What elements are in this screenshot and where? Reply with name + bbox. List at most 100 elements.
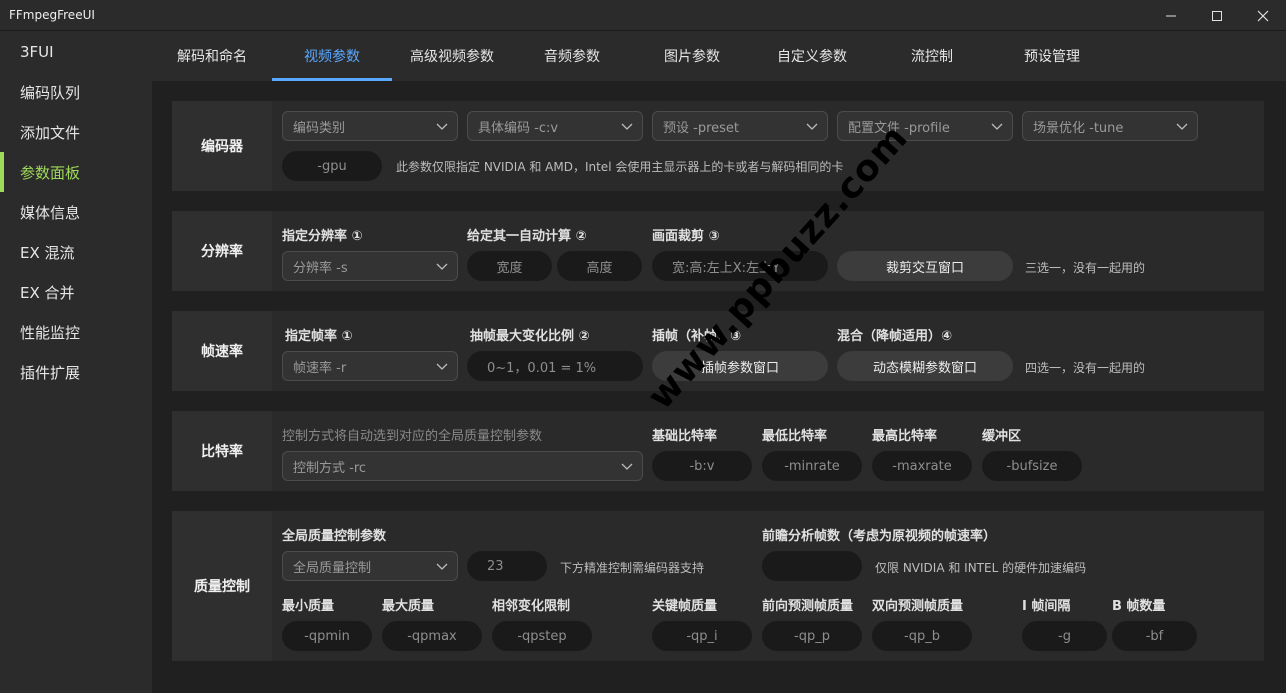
minimize-button[interactable] [1148,0,1194,31]
sidebar-item-params-panel[interactable]: 参数面板 [0,152,152,192]
qp-p-label: 前向预测帧质量 [762,599,854,614]
sidebar-item-performance[interactable]: 性能监控 [0,312,152,352]
sidebar-item-ex-mux[interactable]: EX 混流 [0,232,152,272]
sidebar-item-plugins[interactable]: 插件扩展 [0,352,152,392]
buffer-label: 缓冲区 [982,429,1022,444]
tab-bar: 解码和命名 视频参数 高级视频参数 音频参数 图片参数 自定义参数 流控制 预设… [152,31,1286,81]
tab-custom-params[interactable]: 自定义参数 [752,31,872,81]
framerate-select[interactable]: 帧速率 -r [282,351,458,381]
qpstep-label: 相邻变化限制 [492,599,571,614]
framerate-placeholder: 帧速率 -r [293,360,347,376]
chevron-down-icon [436,363,448,370]
bframes-input[interactable]: -bf [1112,621,1197,651]
sidebar-item-ex-merge[interactable]: EX 合并 [0,272,152,312]
tab-preset-manager[interactable]: 预设管理 [992,31,1112,81]
tab-decode-naming[interactable]: 解码和命名 [152,31,272,81]
gop-input[interactable]: -g [1022,621,1107,651]
global-quality-placeholder: 全局质量控制 [293,560,372,576]
qp-b-input[interactable]: -qp_b [872,621,972,651]
global-quality-value-input[interactable]: 23 [467,551,547,581]
close-button[interactable] [1240,0,1286,31]
chevron-down-icon [806,123,818,130]
gop-label: I 帧间隔 [1022,599,1071,614]
min-bitrate-input[interactable]: -minrate [762,451,862,481]
tab-stream-control[interactable]: 流控制 [872,31,992,81]
framerate-specify-label: 指定帧率 ① [285,329,353,344]
tab-image-params[interactable]: 图片参数 [632,31,752,81]
bframes-label: B 帧数量 [1112,599,1166,614]
maximize-icon [1212,10,1222,21]
gpu-input[interactable]: -gpu [282,151,382,181]
sidebar-item-add-files[interactable]: 添加文件 [0,112,152,152]
qpstep-input[interactable]: -qpstep [492,621,592,651]
resolution-auto-label: 给定其一自动计算 ② [467,229,587,244]
preset-select[interactable]: 预设 -preset [652,111,828,141]
tab-advanced-video[interactable]: 高级视频参数 [392,31,512,81]
tab-video-params[interactable]: 视频参数 [272,31,392,81]
base-bitrate-label: 基础比特率 [652,429,718,444]
tune-placeholder: 场景优化 -tune [1033,120,1124,136]
resolution-select[interactable]: 分辨率 -s [282,251,458,281]
preset-placeholder: 预设 -preset [663,120,740,136]
close-icon [1257,10,1269,21]
sidebar-item-3fui[interactable]: 3FUI [0,32,152,72]
gpu-note: 此参数仅限指定 NVIDIA 和 AMD，Intel 会使用主显示器上的卡或者与… [396,160,844,174]
section-label-bitrate: 比特率 [172,411,272,491]
rate-control-placeholder: 控制方式 -rc [293,460,367,476]
sidebar-item-encode-queue[interactable]: 编码队列 [0,72,152,112]
motion-blur-window-button[interactable]: 动态模糊参数窗口 [837,351,1013,381]
profile-select[interactable]: 配置文件 -profile [837,111,1013,141]
interpolation-window-button[interactable]: 插帧参数窗口 [652,351,828,381]
buffer-input[interactable]: -bufsize [982,451,1082,481]
rate-control-note: 控制方式将自动选到对应的全局质量控制参数 [282,429,543,444]
section-label-quality: 质量控制 [172,511,272,661]
section-label-resolution: 分辨率 [172,211,272,291]
section-label-framerate: 帧速率 [172,311,272,391]
rate-control-select[interactable]: 控制方式 -rc [282,451,643,481]
max-ratio-label: 抽帧最大变化比例 ② [470,329,590,344]
chevron-down-icon [991,123,1003,130]
crop-window-button[interactable]: 裁剪交互窗口 [837,251,1013,281]
chevron-down-icon [621,123,633,130]
crop-input[interactable]: 宽:高:左上X:左上Y [652,251,828,281]
width-input[interactable]: 宽度 [467,251,552,281]
tune-select[interactable]: 场景优化 -tune [1022,111,1198,141]
max-bitrate-label: 最高比特率 [872,429,938,444]
max-bitrate-input[interactable]: -maxrate [872,451,972,481]
qp-i-input[interactable]: -qp_i [652,621,752,651]
window-title: FFmpegFreeUI [9,8,95,22]
min-bitrate-label: 最低比特率 [762,429,828,444]
interpolation-label: 插帧（补帧）③ [652,329,742,344]
section-label-encoder: 编码器 [172,101,272,191]
global-quality-note: 下方精准控制需编码器支持 [560,561,705,575]
resolution-note: 三选一，没有一起用的 [1025,261,1146,275]
height-input[interactable]: 高度 [557,251,642,281]
sidebar: 3FUI 编码队列 添加文件 参数面板 媒体信息 EX 混流 EX 合并 性能监… [0,31,152,693]
profile-placeholder: 配置文件 -profile [848,120,950,136]
crop-label: 画面裁剪 ③ [652,229,720,244]
blend-label: 混合（降帧适用）④ [837,329,953,344]
title-bar: FFmpegFreeUI [0,0,1286,31]
chevron-down-icon [1176,123,1188,130]
lookahead-input[interactable] [762,551,862,581]
max-ratio-input[interactable]: 0~1，0.01 = 1% [467,351,643,381]
base-bitrate-input[interactable]: -b:v [652,451,752,481]
framerate-note: 四选一，没有一起用的 [1025,361,1146,375]
tab-audio-params[interactable]: 音频参数 [512,31,632,81]
qp-i-label: 关键帧质量 [652,599,718,614]
encoder-category-select[interactable]: 编码类别 [282,111,458,141]
codec-placeholder: 具体编码 -c:v [478,120,559,136]
chevron-down-icon [436,563,448,570]
qpmax-input[interactable]: -qpmax [382,621,482,651]
qp-p-input[interactable]: -qp_p [762,621,862,651]
global-quality-select[interactable]: 全局质量控制 [282,551,458,581]
lookahead-note: 仅限 NVIDIA 和 INTEL 的硬件加速编码 [875,561,1087,575]
chevron-down-icon [436,263,448,270]
codec-select[interactable]: 具体编码 -c:v [467,111,643,141]
qpmin-label: 最小质量 [282,599,335,614]
sidebar-item-media-info[interactable]: 媒体信息 [0,192,152,232]
maximize-button[interactable] [1194,0,1240,31]
global-quality-label: 全局质量控制参数 [282,529,387,544]
minimize-icon [1166,15,1176,16]
qpmin-input[interactable]: -qpmin [282,621,372,651]
